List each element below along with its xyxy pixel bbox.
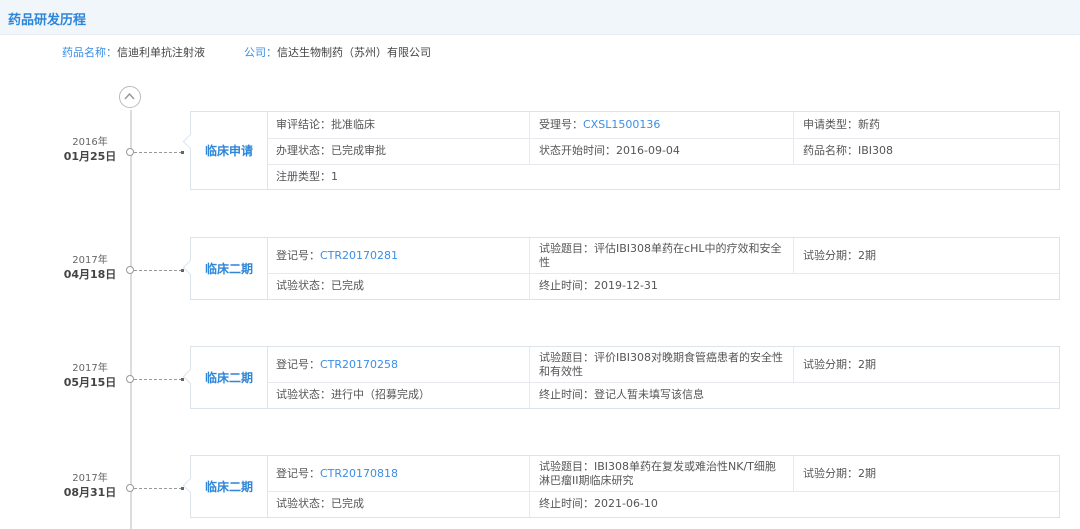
event-stage[interactable]: 临床二期 [191,347,268,408]
company-label: 公司： [244,46,277,59]
table-cell: 状态开始时间： 2016-09-04 [530,138,794,164]
table-row: 登记号： CTR20170258 试验题目：评价IBI308对晚期食管癌患者的安全… [267,347,1059,383]
table-row: 办理状态： 已完成审批 状态开始时间： 2016-09-04 药品名称： IBI308 [267,138,1059,165]
timeline-connector [134,488,182,489]
table-row: 注册类型： 1 [267,164,1059,189]
registration-number-link[interactable]: CTR20170818 [320,467,398,481]
event-date: 2017年 04月18日 [62,254,118,282]
table-cell: 试验状态： 已完成 [267,491,530,517]
connector-dot [181,378,184,381]
event-year: 2017年 [72,363,108,374]
event-date: 2017年 08月31日 [62,472,118,500]
event-year: 2017年 [72,255,108,266]
table-cell: 审评结论： 批准临床 [267,112,530,138]
table-row: 试验状态： 进行中（招募完成） 终止时间： 登记人暂未填写该信息 [267,382,1059,408]
table-cell: 试验题目：IBI308单药在复发或难治性NK/T细胞淋巴瘤II期临床研究 [530,456,794,491]
company-value: 信达生物制药（苏州）有限公司 [277,46,431,59]
company-info: 公司：信达生物制药（苏州）有限公司 [244,44,431,60]
table-cell: 登记号： CTR20170258 [267,347,530,382]
table-cell: 终止时间： 2021-06-10 [539,497,658,510]
table-cell: 登记号： CTR20170281 [267,238,530,273]
acceptance-number-link[interactable]: CXSL1500136 [583,118,660,132]
timeline-node [126,484,134,492]
table-cell: 终止时间： 登记人暂未填写该信息 [539,388,704,401]
table-cell: 受理号： CXSL1500136 [530,112,794,138]
table-row: 审评结论： 批准临床 受理号： CXSL1500136 申请类型： 新药 [267,112,1059,139]
event-card: 临床二期 登记号： CTR20170281 试验题目：评估IBI308单药在cHL… [182,237,1060,300]
table-row: 试验状态： 已完成 终止时间： 2019-12-31 [267,273,1059,299]
section-title: 药品研发历程 [8,13,87,28]
chevron-up-icon [124,92,135,100]
table-cell: 办理状态： 已完成审批 [267,138,530,164]
table-cell: 终止时间： 2019-12-31 [539,279,658,292]
table-cell: 试验分期： 2期 [803,466,876,480]
event-day: 08月31日 [63,486,117,499]
table-cell: 试验题目：评价IBI308对晚期食管癌患者的安全性和有效性 [530,347,794,382]
section-header: 药品研发历程 [0,0,1080,35]
timeline-node [126,375,134,383]
event-card: 临床申请 审评结论： 批准临床 受理号： CXSL1500136 申请类型： 新药 办… [182,111,1060,190]
event-stage[interactable]: 临床二期 [191,238,268,299]
table-cell: 药品名称： IBI308 [803,144,894,157]
event-day: 04月18日 [63,268,117,281]
event-day: 05月15日 [63,376,117,389]
registration-number-link[interactable]: CTR20170281 [320,249,398,263]
event-stage[interactable]: 临床二期 [191,456,268,517]
event-card: 临床二期 登记号： CTR20170818 试验题目：IBI308单药在复发或难治… [182,455,1060,518]
event-date: 2016年 01月25日 [62,136,118,164]
table-cell: 试验分期： 2期 [803,248,876,262]
connector-dot [181,269,184,272]
table-cell: 试验状态： 已完成 [267,273,530,299]
table-cell: 登记号： CTR20170818 [267,456,530,491]
registration-number-link[interactable]: CTR20170258 [320,358,398,372]
connector-dot [181,151,184,154]
drug-name-label: 药品名称： [62,46,117,59]
drug-name-info: 药品名称：信迪利单抗注射液 [62,44,205,60]
table-row: 登记号： CTR20170818 试验题目：IBI308单药在复发或难治性NK/T… [267,456,1059,492]
table-cell: 试验题目：评估IBI308单药在cHL中的疗效和安全性 [530,238,794,273]
table-cell: 申请类型： 新药 [803,118,880,131]
event-year: 2017年 [72,473,108,484]
timeline-connector [134,152,182,153]
table-cell: 试验状态： 进行中（招募完成） [267,382,530,408]
table-row: 登记号： CTR20170281 试验题目：评估IBI308单药在cHL中的疗效和… [267,238,1059,274]
scroll-up-button[interactable] [119,86,141,108]
timeline-connector [134,270,182,271]
event-date: 2017年 05月15日 [62,362,118,390]
connector-dot [181,487,184,490]
timeline-axis [130,110,132,529]
table-cell: 试验分期： 2期 [803,357,876,371]
event-day: 01月25日 [63,150,117,163]
timeline-connector [134,379,182,380]
timeline-node [126,148,134,156]
event-card: 临床二期 登记号： CTR20170258 试验题目：评价IBI308对晚期食管癌… [182,346,1060,409]
drug-name-value: 信迪利单抗注射液 [117,46,205,59]
event-year: 2016年 [72,137,108,148]
event-stage[interactable]: 临床申请 [191,112,268,189]
table-cell: 注册类型： 1 [276,169,338,183]
timeline-node [126,266,134,274]
table-row: 试验状态： 已完成 终止时间： 2021-06-10 [267,491,1059,517]
